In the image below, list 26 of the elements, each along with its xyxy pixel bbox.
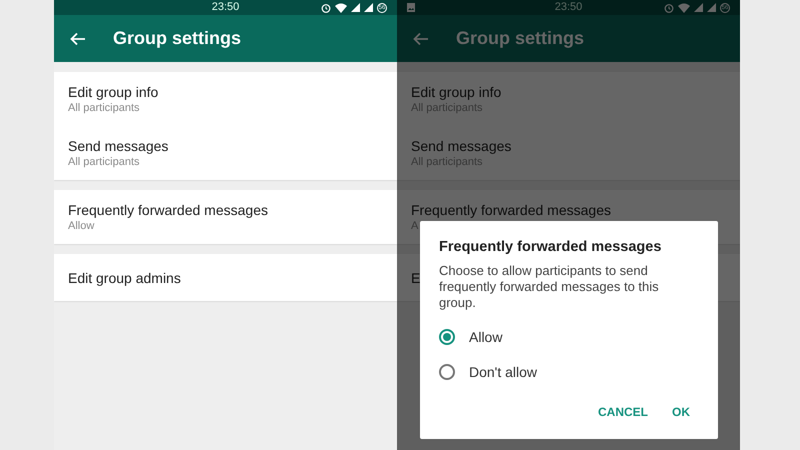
setting-value: All participants	[68, 102, 141, 114]
wifi-icon	[335, 2, 347, 12]
back-arrow-icon[interactable]	[70, 32, 86, 46]
alarm-icon	[664, 2, 674, 12]
dialog-message: Choose to allow participants to send frequently forwarded messages to this group.	[439, 263, 660, 311]
status-time: 23:50	[554, 1, 582, 13]
screen-title: Group settings	[456, 28, 584, 49]
back-arrow-icon[interactable]	[413, 32, 429, 46]
radio-button[interactable]	[439, 328, 455, 344]
wifi-icon	[678, 2, 690, 12]
alarm-icon	[321, 2, 331, 12]
status-time: 23:50	[212, 1, 240, 13]
radio-button[interactable]	[439, 364, 455, 380]
image-notification-icon	[407, 3, 415, 12]
setting-value: All participants	[68, 156, 141, 168]
dialog-button[interactable]: OK	[664, 401, 698, 423]
setting-value: Allow	[68, 220, 96, 232]
setting-title[interactable]: Frequently forwarded messages	[68, 202, 397, 218]
setting-title[interactable]: Edit group info	[68, 84, 397, 100]
dialog-title: Frequently forwarded messages	[439, 239, 662, 255]
setting-title[interactable]: Send messages	[68, 138, 397, 154]
screen-title: Group settings	[113, 28, 242, 49]
setting-title[interactable]: Edit group admins	[68, 270, 397, 286]
option-label[interactable]: Allow	[469, 328, 502, 344]
option-label[interactable]: Don't allow	[469, 364, 538, 380]
dialog-button[interactable]: CANCEL	[590, 401, 656, 423]
